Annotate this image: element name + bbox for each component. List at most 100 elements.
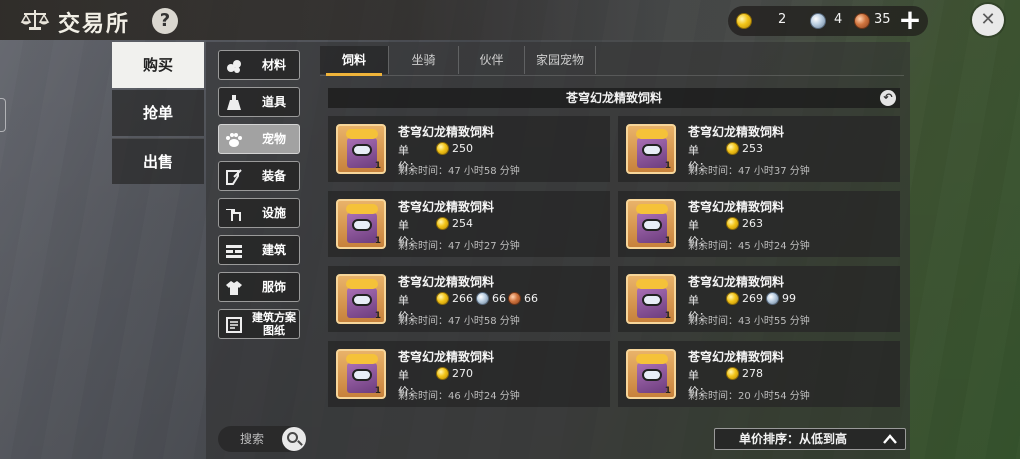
- gold-price: 266: [452, 292, 473, 305]
- item-name: 苍穹幻龙精致饲料: [398, 125, 495, 139]
- material-icon: [227, 60, 241, 73]
- category-pet[interactable]: 宠物: [218, 124, 300, 154]
- silver-price: 66: [492, 292, 506, 305]
- gold-price: 254: [452, 217, 473, 230]
- listing-card[interactable]: 1 苍穹幻龙精致饲料 单价： 253 剩余时间：47 小时37 分钟: [618, 116, 900, 182]
- listing-card[interactable]: 1 苍穹幻龙精致饲料 单价： 254 剩余时间：47 小时27 分钟: [328, 191, 610, 257]
- listing-card[interactable]: 1 苍穹幻龙精致饲料 单价： 263 剩余时间：45 小时24 分钟: [618, 191, 900, 257]
- item-name: 苍穹幻龙精致饲料: [688, 275, 785, 289]
- gold-coin-icon: [436, 292, 449, 305]
- chevron-up-icon: [883, 434, 897, 444]
- listing-card[interactable]: 1 苍穹幻龙精致饲料 单价： 250 剩余时间：47 小时58 分钟: [328, 116, 610, 182]
- search-button[interactable]: [282, 427, 306, 451]
- remaining-time: 剩余时间：45 小时24 分钟: [688, 241, 810, 252]
- building-icon: [226, 245, 242, 258]
- gold-coin-icon: [726, 217, 739, 230]
- scale-icon: [20, 10, 50, 30]
- currency-bar: 2 4 35 +: [728, 6, 928, 36]
- subtab-partner[interactable]: 伙伴: [458, 46, 524, 74]
- category-label: 道具: [261, 95, 286, 109]
- side-drawer-handle[interactable]: [0, 98, 6, 132]
- subtab-home-pet[interactable]: 家园宠物: [524, 46, 596, 74]
- category-clothing[interactable]: 服饰: [218, 272, 300, 302]
- remaining-time: 剩余时间：47 小时27 分钟: [398, 241, 520, 252]
- help-button[interactable]: ?: [152, 8, 178, 34]
- category-material[interactable]: 材料: [218, 50, 300, 80]
- sort-dropdown[interactable]: 单价排序：从低到高: [714, 428, 906, 450]
- category-facility[interactable]: 设施: [218, 198, 300, 228]
- tab-buy[interactable]: 购买: [112, 42, 204, 88]
- main-tabs: 购买 抢单 出售: [112, 42, 204, 190]
- category-label-line2: 图纸: [263, 324, 285, 337]
- item-quantity: 1: [664, 386, 671, 396]
- page-title: 交易所: [58, 12, 131, 37]
- search-input[interactable]: 搜索: [218, 426, 306, 452]
- gold-coin-icon: [436, 142, 449, 155]
- gold-coin-icon: [436, 367, 449, 380]
- remaining-time: 剩余时间：46 小时24 分钟: [398, 391, 520, 402]
- silver-amount: 4: [834, 12, 843, 27]
- item-quantity: 1: [374, 386, 381, 396]
- remaining-time: 剩余时间：47 小时58 分钟: [398, 166, 520, 177]
- gold-coin-icon: [726, 367, 739, 380]
- facility-icon: [226, 209, 241, 221]
- listing-card[interactable]: 1 苍穹幻龙精致饲料 单价： 266 66 66 剩余时间：47 小时58 分钟: [328, 266, 610, 332]
- paw-icon: [226, 133, 242, 147]
- active-underline: [326, 73, 382, 76]
- gold-coin-icon: [436, 217, 449, 230]
- listing-card[interactable]: 1 苍穹幻龙精致饲料 单价： 269 99 剩余时间：43 小时55 分钟: [618, 266, 900, 332]
- category-blueprint[interactable]: 建筑方案 图纸: [218, 309, 300, 339]
- top-bar: 交易所 ? 2 4 35 + ✕: [0, 0, 1020, 40]
- gold-price: 263: [742, 217, 763, 230]
- item-quantity: 1: [664, 161, 671, 171]
- subtab-mount[interactable]: 坐骑: [388, 46, 458, 74]
- potion-icon: [227, 95, 241, 110]
- item-header-title: 苍穹幻龙精致饲料: [565, 91, 662, 105]
- category-label: 设施: [261, 206, 286, 220]
- silver-coin-icon: [766, 292, 779, 305]
- remaining-time: 剩余时间：47 小时58 分钟: [398, 316, 520, 327]
- silver-coin-icon: [810, 13, 826, 29]
- item-name: 苍穹幻龙精致饲料: [398, 350, 495, 364]
- silver-coin-icon: [476, 292, 489, 305]
- gold-coin-icon: [726, 142, 739, 155]
- listing-card[interactable]: 1 苍穹幻龙精致饲料 单价： 270 剩余时间：46 小时24 分钟: [328, 341, 610, 407]
- category-label: 材料: [261, 58, 286, 72]
- gold-price: 270: [452, 367, 473, 380]
- item-quantity: 1: [664, 236, 671, 246]
- item-header: 苍穹幻龙精致饲料 ↶: [328, 88, 900, 108]
- category-panel: 材料 道具 宠物 装备 设施 建筑 服饰 建筑方案 图纸 搜索: [206, 42, 312, 459]
- copper-amount: 35: [874, 12, 891, 27]
- subtab-bar: 饲料 坐骑 伙伴 家园宠物: [320, 46, 904, 76]
- item-name: 苍穹幻龙精致饲料: [398, 275, 495, 289]
- close-button[interactable]: ✕: [972, 4, 1004, 36]
- gold-price: 278: [742, 367, 763, 380]
- feed-item-icon: 1: [626, 349, 676, 399]
- remaining-time: 剩余时间：20 小时54 分钟: [688, 391, 810, 402]
- add-currency-button[interactable]: +: [898, 6, 922, 34]
- gold-coin-icon: [726, 292, 739, 305]
- back-icon[interactable]: ↶: [880, 90, 896, 106]
- tab-sell[interactable]: 出售: [112, 138, 204, 184]
- copper-coin-icon: [508, 292, 521, 305]
- category-label: 服饰: [261, 280, 286, 294]
- feed-item-icon: 1: [336, 124, 386, 174]
- category-item[interactable]: 道具: [218, 87, 300, 117]
- category-building[interactable]: 建筑: [218, 235, 300, 265]
- subtab-feed[interactable]: 饲料: [320, 46, 388, 76]
- category-label: 建筑: [261, 243, 286, 257]
- listing-card[interactable]: 1 苍穹幻龙精致饲料 单价： 278 剩余时间：20 小时54 分钟: [618, 341, 900, 407]
- tab-grab-order[interactable]: 抢单: [112, 90, 204, 136]
- equipment-icon: [226, 169, 242, 185]
- gold-price: 253: [742, 142, 763, 155]
- gold-coin-icon: [736, 13, 752, 29]
- category-equipment[interactable]: 装备: [218, 161, 300, 191]
- item-quantity: 1: [664, 311, 671, 321]
- gold-amount: 2: [778, 12, 787, 27]
- listing-panel: 饲料 坐骑 伙伴 家园宠物 苍穹幻龙精致饲料 ↶ 1 苍穹幻龙精致饲料 单价： 250…: [312, 42, 910, 459]
- category-label: 装备: [261, 169, 286, 183]
- remaining-time: 剩余时间：43 小时55 分钟: [688, 316, 810, 327]
- item-name: 苍穹幻龙精致饲料: [688, 125, 785, 139]
- category-label: 宠物: [261, 132, 286, 146]
- item-quantity: 1: [374, 161, 381, 171]
